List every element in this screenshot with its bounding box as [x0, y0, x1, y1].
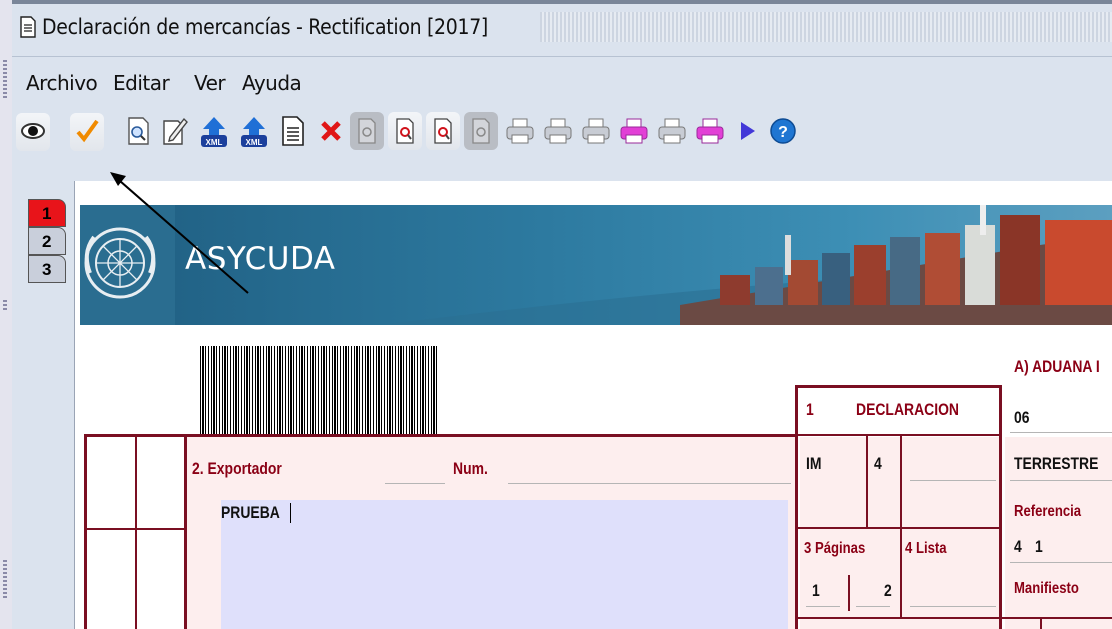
menu-ayuda[interactable]: Ayuda [242, 71, 302, 95]
manifiesto-label: Manifiesto [1014, 580, 1079, 597]
print-pink-icon [696, 118, 724, 144]
verify-button[interactable] [70, 113, 104, 151]
declaracion-label: DECLARACION [856, 400, 959, 419]
eye-icon [21, 123, 45, 139]
tab-3[interactable]: 3 [28, 255, 66, 283]
tipo-declaracion-field[interactable]: IM [806, 454, 821, 474]
terrestre-field[interactable]: TERRESTRE [1014, 454, 1098, 474]
print-button-4[interactable] [654, 112, 688, 150]
print-icon [544, 118, 572, 144]
print-pink-icon [620, 118, 648, 144]
modelo-field[interactable]: 4 [874, 454, 882, 474]
document-icon [282, 116, 304, 146]
play-icon [741, 122, 755, 140]
exportador-field[interactable] [221, 500, 788, 629]
preview-icon [396, 118, 414, 144]
referencia-number-field[interactable]: 1 [1035, 537, 1043, 557]
print-button-3[interactable] [578, 112, 612, 150]
menu-ver[interactable]: Ver [194, 71, 226, 95]
lista-label: 4 Lista [905, 540, 947, 557]
barcode [200, 346, 438, 434]
declaracion-number: 1 [806, 400, 814, 419]
print-pink-button-2[interactable] [692, 112, 726, 150]
svg-text:XML: XML [206, 138, 223, 147]
print-icon [582, 118, 610, 144]
xml-upload-button-2[interactable]: XML [236, 112, 270, 150]
print-icon [658, 118, 686, 144]
xml-upload-icon: XML [241, 117, 267, 147]
print-pink-button[interactable] [616, 112, 650, 150]
print-button[interactable] [502, 112, 536, 150]
xml-upload-icon: XML [201, 117, 227, 147]
referencia-year-field[interactable]: 4 [1014, 537, 1022, 557]
preview-button-disabled-2[interactable] [464, 112, 498, 150]
exportador-label: 2. Exportador [192, 459, 282, 478]
aduana-code-field[interactable]: 06 [1014, 408, 1030, 428]
annotation-arrow [110, 172, 249, 294]
menu-archivo[interactable]: Archivo [26, 71, 98, 95]
text-cursor [290, 503, 291, 523]
preview-button-2[interactable] [426, 112, 460, 150]
paginas-total-field[interactable]: 2 [884, 581, 892, 601]
tab-2[interactable]: 2 [28, 227, 66, 255]
preview-disabled-icon [472, 118, 490, 144]
edit-button[interactable] [158, 112, 192, 150]
tab-pane: 1 2 3 [12, 181, 75, 629]
referencia-label: Referencia [1014, 503, 1082, 520]
delete-icon [321, 121, 341, 141]
print-button-2[interactable] [540, 112, 574, 150]
menu-editar[interactable]: Editar [113, 71, 170, 95]
print-icon [506, 118, 534, 144]
help-button[interactable]: ? [766, 112, 800, 150]
menu-bar: Archivo Editar Ver Ayuda [12, 57, 1112, 103]
document-button[interactable] [276, 112, 310, 150]
preview-button[interactable] [388, 112, 422, 150]
preview-disabled-icon [358, 118, 376, 144]
preview-icon [434, 118, 452, 144]
edit-icon [163, 117, 188, 145]
delete-button[interactable] [314, 112, 348, 150]
paginas-field[interactable]: 1 [812, 581, 820, 601]
svg-text:?: ? [778, 124, 788, 141]
aduana-label: A) ADUANA I [1014, 357, 1100, 376]
help-icon: ? [770, 118, 796, 144]
paginas-label: 3 Páginas [804, 540, 866, 557]
svg-text:XML: XML [246, 138, 263, 147]
view-button[interactable] [16, 113, 50, 151]
exportador-value: PRUEBA [221, 503, 280, 522]
zoom-button[interactable] [122, 112, 156, 150]
preview-button-disabled[interactable] [350, 112, 384, 150]
num-label: Num. [453, 459, 488, 478]
document-icon [20, 16, 36, 38]
title-bar[interactable]: Declaración de mercancías - Rectificatio… [12, 4, 1112, 57]
zoom-icon [128, 117, 149, 145]
xml-upload-button[interactable]: XML [196, 112, 230, 150]
window-title: Declaración de mercancías - Rectificatio… [42, 15, 488, 39]
check-icon [76, 119, 99, 143]
tab-1[interactable]: 1 [28, 199, 66, 227]
play-button[interactable] [730, 112, 764, 150]
